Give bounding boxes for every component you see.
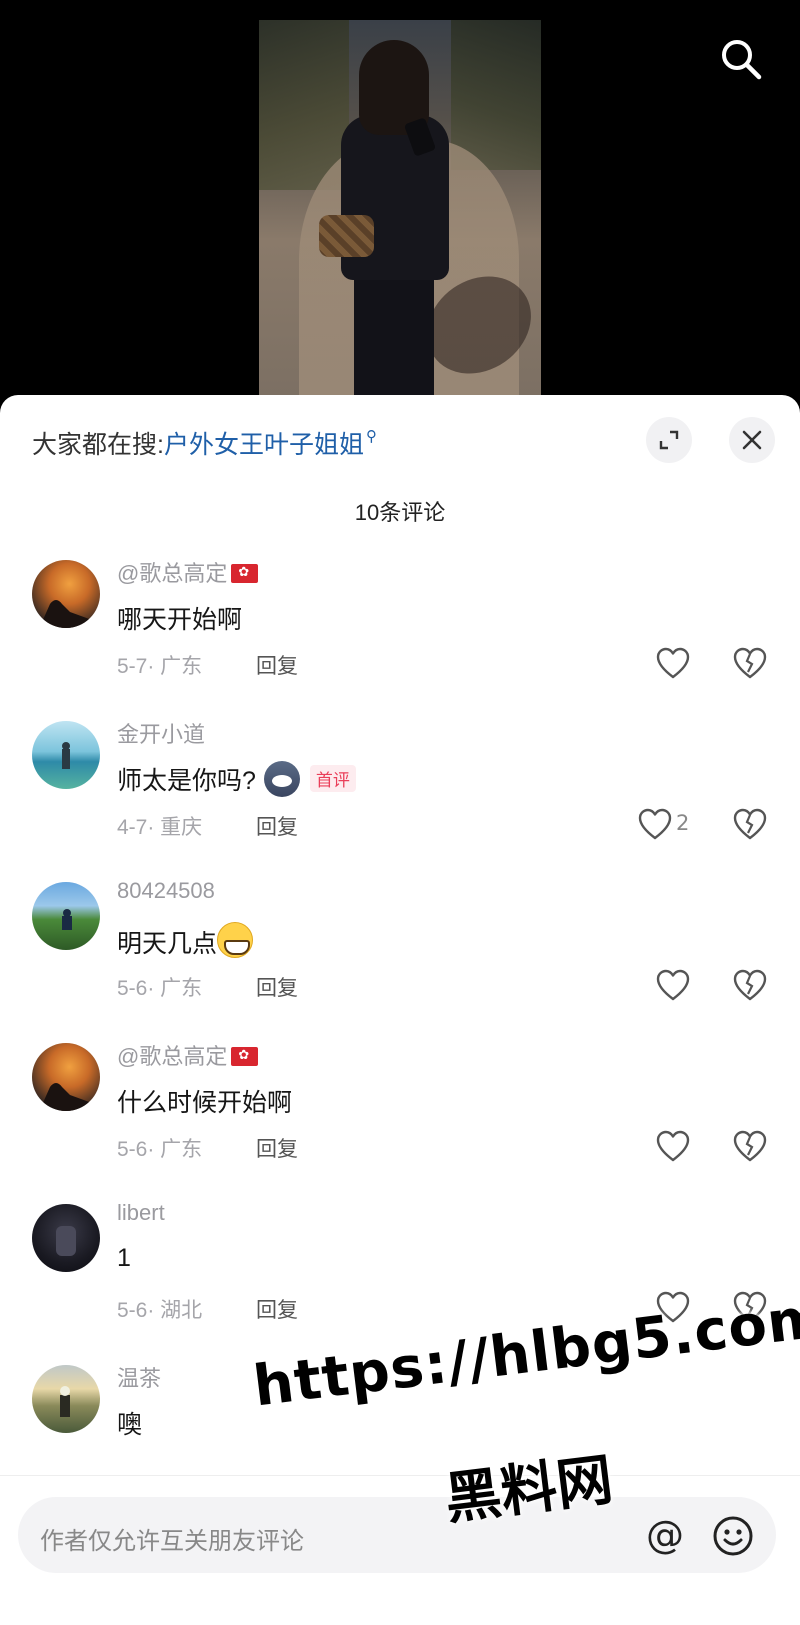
broken-heart-icon[interactable] bbox=[732, 807, 768, 843]
emoji-icon[interactable] bbox=[712, 1515, 754, 1557]
comment-username[interactable]: @歌总高定 bbox=[117, 1039, 259, 1071]
video-area[interactable] bbox=[0, 0, 800, 420]
close-button[interactable] bbox=[729, 417, 775, 463]
close-icon bbox=[742, 430, 762, 450]
comments-sheet: 大家都在搜:户外女王叶子姐姐⚲ 10条评论 @歌总高定 哪天开始啊 5-7· 广… bbox=[0, 395, 800, 1625]
expand-button[interactable] bbox=[646, 417, 692, 463]
first-comment-badge: 首评 bbox=[309, 765, 356, 792]
comment-input-bar: 作者仅允许互关朋友评论 @ bbox=[0, 1475, 800, 1625]
comment-text: 明天几点 bbox=[117, 922, 254, 960]
comment-item: @歌总高定 哪天开始啊 5-7· 广东 回复 bbox=[0, 550, 800, 716]
hot-search-bar: 大家都在搜:户外女王叶子姐姐 ⚲ bbox=[32, 425, 377, 461]
username-text: @歌总高定 bbox=[117, 561, 228, 586]
comment-username[interactable]: @歌总高定 bbox=[117, 556, 259, 588]
comment-input-placeholder: 作者仅允许互关朋友评论 bbox=[40, 1528, 304, 1555]
search-icon[interactable] bbox=[718, 36, 764, 82]
comment-meta: 5-6· 广东 bbox=[117, 1138, 203, 1161]
comment-item: 金开小道 师太是你吗? 首评 4-7· 重庆 回复 2 bbox=[0, 711, 800, 877]
like-count: 2 bbox=[676, 811, 690, 835]
heart-icon[interactable] bbox=[655, 1129, 691, 1165]
comment-meta: 5-7· 广东 bbox=[117, 655, 203, 678]
avatar[interactable] bbox=[32, 882, 100, 950]
avatar[interactable] bbox=[32, 560, 100, 628]
avatar[interactable] bbox=[32, 1365, 100, 1433]
comment-item: 80424508 明天几点 5-6· 广东 回复 bbox=[0, 872, 800, 1038]
comment-username[interactable]: 金开小道 bbox=[117, 717, 205, 749]
comment-username[interactable]: libert bbox=[117, 1200, 165, 1226]
comment-item: @歌总高定 什么时候开始啊 5-6· 广东 回复 bbox=[0, 1033, 800, 1199]
comment-username[interactable]: 80424508 bbox=[117, 878, 215, 904]
comment-meta: 5-6· 广东 bbox=[117, 977, 203, 1000]
reply-button[interactable]: 回复 bbox=[256, 650, 298, 680]
comment-text: 什么时候开始啊 bbox=[117, 1089, 293, 1117]
reply-button[interactable]: 回复 bbox=[256, 811, 298, 841]
reply-button[interactable]: 回复 bbox=[256, 1294, 298, 1324]
comment-meta: 5-6· 湖北 bbox=[117, 1299, 203, 1322]
grin-emoji-icon bbox=[217, 922, 254, 958]
heart-icon[interactable] bbox=[655, 968, 691, 1004]
hk-flag-icon bbox=[231, 564, 259, 583]
small-search-icon: ⚲ bbox=[365, 428, 377, 445]
comment-text: 1 bbox=[117, 1244, 131, 1272]
hot-search-prefix: 大家都在搜: bbox=[32, 431, 164, 459]
video-bag bbox=[319, 215, 374, 257]
comment-text: 噢 bbox=[117, 1411, 143, 1439]
cat-emoji-icon bbox=[263, 761, 300, 797]
avatar[interactable] bbox=[32, 1043, 100, 1111]
username-text: @歌总高定 bbox=[117, 1044, 228, 1069]
comment-text: 哪天开始啊 bbox=[117, 606, 243, 634]
comment-text: 师太是你吗? 首评 bbox=[117, 761, 356, 797]
comment-count: 10条评论 bbox=[354, 500, 446, 525]
avatar[interactable] bbox=[32, 721, 100, 789]
comment-input[interactable]: 作者仅允许互关朋友评论 @ bbox=[18, 1497, 776, 1573]
broken-heart-icon[interactable] bbox=[732, 646, 768, 682]
comment-text-content: 师太是你吗? bbox=[117, 767, 256, 795]
heart-icon[interactable] bbox=[655, 646, 691, 682]
hot-search-term[interactable]: 户外女王叶子姐姐 bbox=[164, 431, 364, 459]
broken-heart-icon[interactable] bbox=[732, 1129, 768, 1165]
at-icon[interactable]: @ bbox=[646, 1513, 684, 1557]
comment-meta: 4-7· 重庆 bbox=[117, 816, 203, 839]
video-thumbnail[interactable] bbox=[259, 20, 541, 420]
comment-username[interactable]: 温茶 bbox=[117, 1361, 161, 1393]
heart-icon[interactable] bbox=[637, 807, 673, 843]
broken-heart-icon[interactable] bbox=[732, 968, 768, 1004]
hk-flag-icon bbox=[231, 1047, 259, 1066]
reply-button[interactable]: 回复 bbox=[256, 1133, 298, 1163]
avatar[interactable] bbox=[32, 1204, 100, 1272]
reply-button[interactable]: 回复 bbox=[256, 972, 298, 1002]
comment-text-content: 明天几点 bbox=[117, 930, 218, 958]
expand-icon bbox=[659, 430, 679, 450]
video-trees-right bbox=[451, 20, 541, 170]
